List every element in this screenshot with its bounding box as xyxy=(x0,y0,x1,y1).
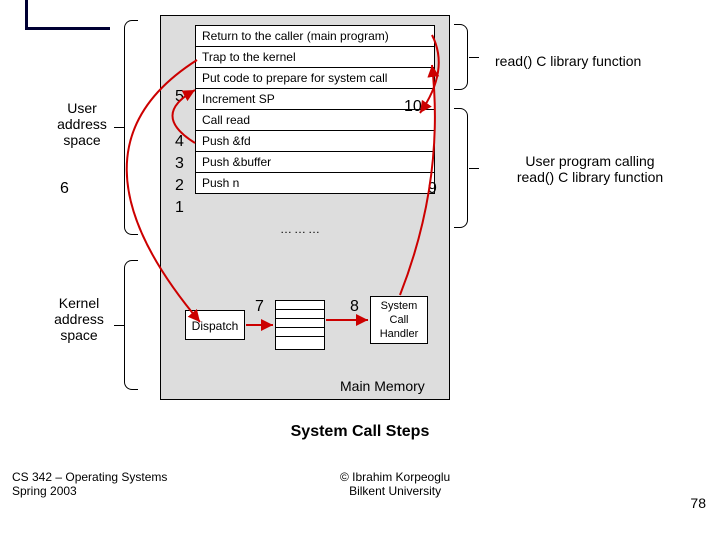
text: space xyxy=(60,327,97,343)
bracket-tick xyxy=(114,325,124,326)
text: User program calling xyxy=(525,153,654,169)
step-8: 8 xyxy=(350,298,359,316)
stack-row: Call read xyxy=(196,110,435,131)
user-space-label: User address space xyxy=(47,100,117,148)
syscall-l3: Handler xyxy=(380,328,419,340)
bracket-kernel xyxy=(124,260,138,390)
text: space xyxy=(63,132,100,148)
text: address xyxy=(57,116,107,132)
text: read() C library function xyxy=(517,169,663,185)
stack-row: Trap to the kernel xyxy=(196,47,435,68)
user-program-label: User program calling read() C library fu… xyxy=(490,153,690,185)
step-5: 5 xyxy=(175,88,184,106)
text: address xyxy=(54,311,104,327)
main-memory-label: Main Memory xyxy=(340,378,425,394)
footer-mid: © Ibrahim Korpeoglu Bilkent University xyxy=(340,470,450,498)
diagram-title: System Call Steps xyxy=(0,423,720,441)
step-6: 6 xyxy=(60,180,69,198)
step-3: 3 xyxy=(175,155,184,173)
dispatch-table xyxy=(275,300,325,350)
syscall-handler-box: System Call Handler xyxy=(370,296,428,344)
text: User xyxy=(67,100,97,116)
stack-table: Return to the caller (main program) Trap… xyxy=(195,25,435,194)
ellipsis: ……… xyxy=(280,222,322,236)
bracket-read xyxy=(454,24,468,90)
step-4: 4 xyxy=(175,133,184,151)
bracket-tick xyxy=(469,168,479,169)
step-7: 7 xyxy=(255,298,264,316)
bracket-tick xyxy=(469,57,479,58)
text: © Ibrahim Korpeoglu xyxy=(340,470,450,484)
corner-frame xyxy=(25,0,110,30)
step-2: 2 xyxy=(175,177,184,195)
step-9: 9 xyxy=(428,180,437,198)
bracket-tick xyxy=(114,127,124,128)
bracket-user xyxy=(124,20,138,235)
stack-row: Push n xyxy=(196,173,435,194)
page-number: 78 xyxy=(690,495,706,511)
stack-row: Push &buffer xyxy=(196,152,435,173)
syscall-l1: System xyxy=(381,300,418,312)
bracket-prog xyxy=(454,108,468,228)
step-1: 1 xyxy=(175,199,184,217)
kernel-space-label: Kernel address space xyxy=(44,295,114,343)
text: Kernel xyxy=(59,295,99,311)
stack-row: Increment SP xyxy=(196,89,435,110)
text: Bilkent University xyxy=(349,484,441,498)
text: Spring 2003 xyxy=(12,484,77,498)
footer-left: CS 342 – Operating Systems Spring 2003 xyxy=(12,470,167,498)
syscall-l2: Call xyxy=(390,314,409,326)
step-10: 10 xyxy=(404,98,422,116)
stack-row: Put code to prepare for system call xyxy=(196,68,435,89)
stack-row: Return to the caller (main program) xyxy=(196,26,435,47)
read-label: read() C library function xyxy=(495,53,641,69)
dispatch-box: Dispatch xyxy=(185,310,245,340)
stack-row: Push &fd xyxy=(196,131,435,152)
text: CS 342 – Operating Systems xyxy=(12,470,167,484)
